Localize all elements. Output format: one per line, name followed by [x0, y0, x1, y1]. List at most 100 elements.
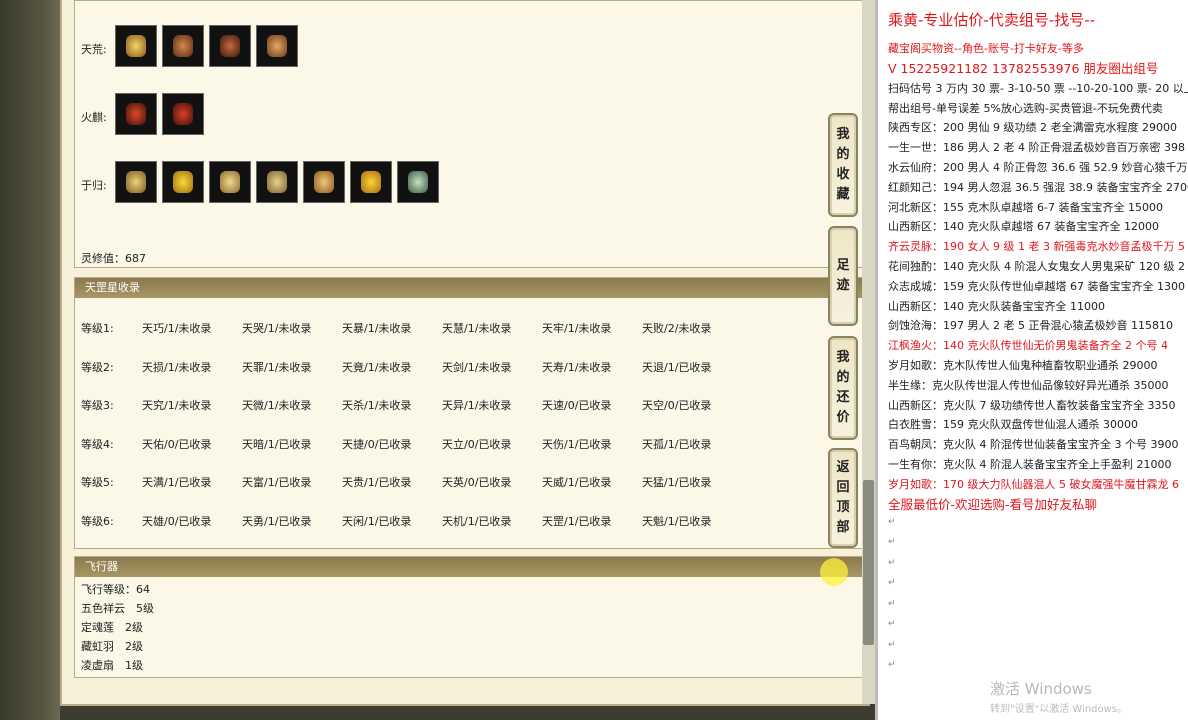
star-entry: 天罡/1/已收录: [542, 514, 612, 528]
side-button-label: 我的还价: [836, 350, 850, 425]
equip-row-label: 火麒:: [81, 111, 107, 124]
equip-slot-icon[interactable]: [162, 161, 204, 203]
paragraph-mark: ↵: [888, 660, 896, 671]
doc-line: 水云仙府：200 男人 4 阶正骨忽 36.6 强 52.9 妙音心猿千万: [888, 161, 1188, 174]
star-entry: 天捷/0/已收录: [342, 437, 412, 451]
paragraph-mark: ↵: [888, 537, 896, 548]
star-entry: 天暗/1/已收录: [242, 437, 312, 451]
level-label: 等级5:: [81, 476, 114, 489]
doc-line: 帮出组号-单号误差 5%放心选购-买贵管退-不玩免费代卖: [888, 101, 1163, 115]
level-label: 等级1:: [81, 322, 114, 335]
doc-line: 众志成城：159 克火队传世仙卓越塔 67 装备宝宝齐全 1300: [888, 279, 1185, 293]
paragraph-mark: ↵: [888, 598, 896, 609]
window-frame: [0, 0, 60, 720]
back-to-top-button[interactable]: 返回顶部: [828, 448, 858, 548]
star-entry: 天竟/1/未收录: [342, 360, 412, 374]
doc-line: 藏宝阁买物资--角色-账号-打卡好友-等多: [888, 42, 1084, 55]
equip-slot-icon[interactable]: [303, 161, 345, 203]
doc-line: 扫码估号 3 万内 30 票- 3-10-50 票 --10-20-100 票-…: [888, 81, 1188, 95]
aircraft-item: 藏虹羽 2级: [81, 640, 143, 653]
star-entry: 天贵/1/已收录: [342, 476, 412, 489]
doc-line: 全服最低价-欢迎选购-看号加好友私聊: [888, 497, 1098, 513]
paragraph-mark: ↵: [888, 639, 896, 650]
side-button-label: 足迹: [836, 258, 850, 293]
equip-row-label: 于归:: [81, 179, 107, 192]
doc-line: 陕西专区：200 男仙 9 级功绩 2 老全满雷克水程度 29000: [888, 121, 1177, 135]
star-entry: 天异/1/未收录: [442, 399, 512, 412]
footprint-button[interactable]: 足迹: [828, 226, 858, 326]
scrollbar-thumb[interactable]: [863, 480, 874, 645]
star-entry: 天剑/1/未收录: [442, 360, 512, 374]
aircraft-item: 五色祥云 5级: [81, 602, 154, 615]
doc-line: 河北新区：155 克木队卓越塔 6-7 装备宝宝齐全 15000: [888, 200, 1163, 214]
level-label: 等级4:: [81, 437, 114, 451]
side-button-label: 我的收藏: [836, 127, 850, 202]
star-entry: 天孤/1/已收录: [642, 437, 712, 451]
doc-line: 山西新区：140 克火队装备宝宝齐全 11000: [888, 299, 1105, 313]
star-entry: 天勇/1/已收录: [242, 514, 312, 528]
star-entry: 天魁/1/已收录: [642, 514, 712, 528]
doc-line: 齐云灵脉：190 女人 9 级 1 老 3 新强毒克水妙音孟极千万 5: [888, 240, 1185, 254]
star-entry: 天满/1/已收录: [142, 476, 212, 489]
doc-line: V 15225921182 13782553976 朋友圈出组号: [888, 61, 1159, 77]
star-entry: 天空/0/已收录: [642, 399, 712, 412]
doc-line: 一生有你：克火队 4 阶混人装备宝宝齐全上手盈利 21000: [888, 458, 1172, 471]
mouse-cursor-highlight: [820, 558, 848, 586]
paragraph-mark: ↵: [888, 557, 896, 568]
doc-line: 一生一世：186 男人 2 老 4 阶正骨混孟极妙音百万亲密 398: [888, 141, 1185, 155]
equip-slot-icon[interactable]: [256, 25, 298, 67]
my-favorites-button[interactable]: 我的收藏: [828, 113, 858, 217]
equip-slot-icon[interactable]: [256, 161, 298, 203]
doc-line: 山西新区：克火队 7 级功绩传世人畜牧装备宝宝齐全 3350: [888, 398, 1176, 412]
star-entry: 天退/1/已收录: [642, 360, 712, 374]
star-entry: 天寿/1/未收录: [542, 360, 612, 374]
equip-slot-icon[interactable]: [115, 93, 157, 135]
doc-line: 岁月如歌：克木队传世人仙鬼种植畜牧职业通杀 29000: [888, 359, 1158, 372]
equip-slot-icon[interactable]: [115, 161, 157, 203]
doc-line: 岁月如歌：170 级大力队仙器混人 5 破女魔强牛魔甘霖龙 6: [888, 477, 1179, 491]
doc-line: 江枫渔火：140 克火队传世仙无价男鬼装备齐全 2 个号 4: [888, 339, 1168, 353]
star-entry: 天威/1/已收录: [542, 476, 612, 489]
star-entry: 天立/0/已收录: [442, 437, 512, 451]
star-entry: 天富/1/已收录: [242, 476, 312, 489]
star-entry: 天巧/1/未收录: [142, 322, 212, 335]
tiangang-panel: 天罡星收录 等级1: 天巧/1/未收录 天哭/1/未收录 天暴/1/未收录 天慧/1/未…: [74, 277, 864, 549]
equip-slot-icon[interactable]: [209, 161, 251, 203]
star-entry: 天雄/0/已收录: [142, 514, 212, 528]
activation-watermark-sub: 转到"设置"以激活 Windows。: [990, 704, 1128, 715]
equip-slot-icon[interactable]: [115, 25, 157, 67]
star-entry: 天机/1/已收录: [442, 514, 512, 528]
star-entry: 天败/2/未收录: [642, 322, 712, 335]
equip-slot-icon[interactable]: [162, 25, 204, 67]
aircraft-item: 定魂莲 2级: [81, 621, 143, 634]
equip-row-label: 天荒:: [81, 43, 107, 56]
doc-line: 剑蚀沧海：197 男人 2 老 5 正骨混心猿孟极妙音 115810: [888, 319, 1173, 333]
star-entry: 天罪/1/未收录: [242, 360, 312, 374]
doc-line: 白衣胜雪：159 克火队双盘传世仙混人通杀 30000: [888, 418, 1138, 432]
star-entry: 天微/1/未收录: [242, 399, 312, 412]
doc-line: 乘黄-专业估价-代卖组号-找号--: [888, 11, 1096, 29]
aircraft-level: 飞行等级：64: [81, 583, 150, 596]
equip-slot-icon[interactable]: [162, 93, 204, 135]
doc-line: 半生缘：克火队传世混人传世仙品像较好异光通杀 35000: [888, 378, 1169, 392]
star-entry: 天暴/1/未收录: [342, 322, 412, 335]
doc-line: 花间独酌：140 克火队 4 阶混人女鬼女人男鬼采矿 120 级 2: [888, 260, 1185, 273]
page-scrollbar[interactable]: [862, 0, 875, 704]
level-label: 等级6:: [81, 514, 114, 528]
paragraph-mark: ↵: [888, 516, 896, 527]
star-entry: 天哭/1/未收录: [242, 322, 312, 335]
star-entry: 天猛/1/已收录: [642, 476, 712, 489]
star-entry: 天牢/1/未收录: [542, 322, 612, 335]
spirit-value: 灵修值：687: [81, 252, 146, 265]
activation-watermark: 激活 Windows: [990, 680, 1092, 698]
star-entry: 天伤/1/已收录: [542, 437, 612, 451]
equip-slot-icon[interactable]: [209, 25, 251, 67]
side-button-label: 返回顶部: [836, 460, 850, 535]
star-entry: 天究/1/未收录: [142, 399, 212, 412]
equip-slot-icon[interactable]: [350, 161, 392, 203]
level-label: 等级2:: [81, 360, 114, 374]
my-bargain-button[interactable]: 我的还价: [828, 336, 858, 440]
level-label: 等级3:: [81, 399, 114, 412]
star-entry: 天闲/1/已收录: [342, 514, 412, 528]
equip-slot-icon[interactable]: [397, 161, 439, 203]
